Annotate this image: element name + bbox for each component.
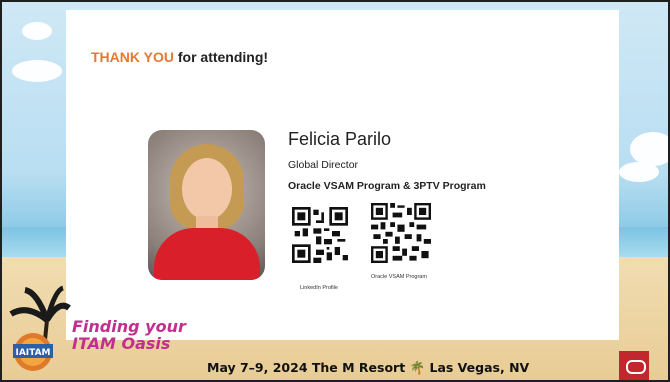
iaitam-logo: IAITAM bbox=[9, 285, 71, 371]
content-panel: THANK YOU for attending! Felicia Parilo … bbox=[66, 10, 619, 340]
event-tagline: Finding your ITAM Oasis bbox=[72, 318, 186, 352]
qr-code-linkedin[interactable] bbox=[292, 207, 348, 263]
slide-frame: THANK YOU for attending! Felicia Parilo … bbox=[2, 2, 668, 380]
cloud-left bbox=[22, 22, 52, 40]
cloud-left-2 bbox=[12, 60, 62, 82]
page-title: THANK YOU for attending! bbox=[91, 49, 268, 65]
title-rest: for attending! bbox=[173, 49, 269, 65]
title-accent: THANK YOU bbox=[91, 49, 174, 65]
speaker-program: Oracle VSAM Program & 3PTV Program bbox=[288, 180, 486, 192]
cloud-right-2 bbox=[619, 162, 659, 182]
speaker-role: Global Director bbox=[288, 159, 359, 171]
qr-code-icon bbox=[292, 207, 348, 263]
oracle-o-icon bbox=[626, 360, 646, 374]
cloud-right bbox=[630, 132, 668, 166]
oracle-logo-button[interactable] bbox=[619, 351, 649, 380]
photo-face bbox=[182, 158, 232, 220]
qr-label-linkedin: LinkedIn Profile bbox=[300, 285, 338, 291]
palm-tree-icon: 🌴 bbox=[409, 360, 430, 375]
photo-shirt bbox=[154, 228, 260, 280]
tagline-line2: ITAM Oasis bbox=[72, 334, 171, 353]
svg-text:IAITAM: IAITAM bbox=[15, 348, 50, 358]
qr-code-icon bbox=[371, 203, 431, 263]
qr-code-oracle-vsam[interactable] bbox=[371, 203, 431, 263]
tagline-line1: Finding your bbox=[72, 317, 186, 336]
event-location: Las Vegas, NV bbox=[429, 360, 530, 375]
event-details: May 7–9, 2024 The M Resort 🌴 Las Vegas, … bbox=[207, 360, 529, 376]
speaker-name: Felicia Parilo bbox=[288, 129, 392, 149]
qr-label-oracle-vsam: Oracle VSAM Program bbox=[371, 274, 427, 280]
speaker-photo bbox=[148, 130, 265, 280]
event-dates-venue: May 7–9, 2024 The M Resort bbox=[207, 360, 406, 375]
